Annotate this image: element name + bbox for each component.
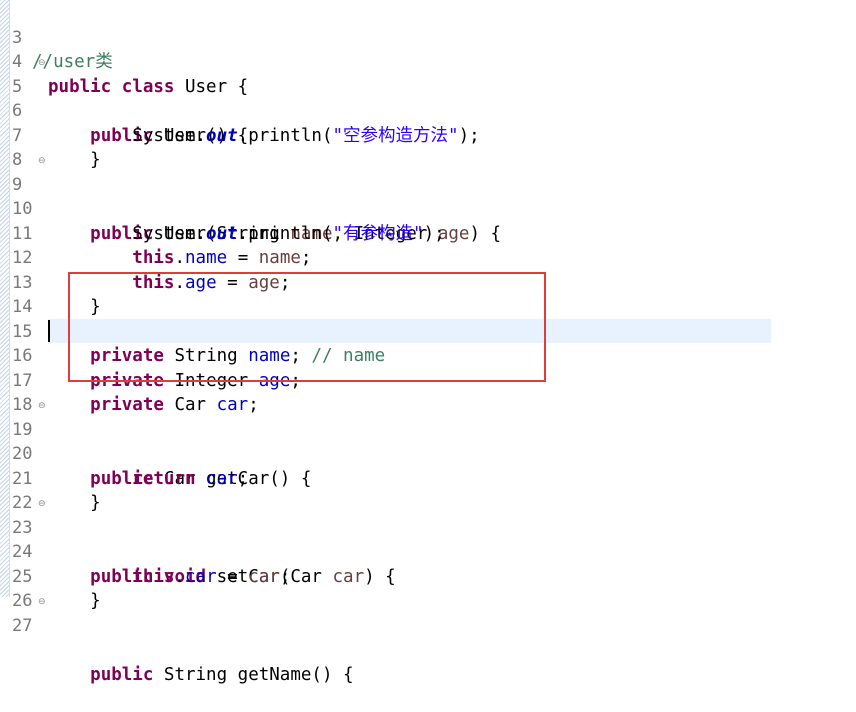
line-code[interactable]: public String getName() { xyxy=(48,663,353,688)
text-cursor xyxy=(48,320,50,342)
code-line[interactable]: 19 ⊖ public Car getCar() { xyxy=(0,393,856,489)
code-line[interactable]: 26 xyxy=(0,565,856,611)
code-line[interactable]: 9 ⊖ public User(String name, Integer age… xyxy=(0,148,856,244)
red-annotation-box xyxy=(68,272,546,382)
code-line[interactable]: 12 this.age = age; xyxy=(0,222,856,293)
code-line[interactable]: 20 return car; xyxy=(0,418,856,489)
code-line[interactable]: 5 ⊖ public User() { xyxy=(0,50,856,146)
fold-collapse-icon[interactable]: ⊖ xyxy=(38,590,46,615)
code-line[interactable]: 13 } xyxy=(0,246,856,318)
code-line[interactable]: 22 xyxy=(0,467,856,513)
code-line[interactable]: 10 System.out.println("有参构造"); xyxy=(0,173,856,244)
code-line[interactable]: 11 this.name = name; xyxy=(0,197,856,269)
code-line[interactable]: 7 } xyxy=(0,99,856,171)
code-line[interactable]: 25 } xyxy=(0,540,856,612)
line-number: 27 xyxy=(12,615,33,636)
code-line[interactable]: 24 this.car = car; xyxy=(0,516,856,587)
code-line[interactable]: 21 } xyxy=(0,442,856,514)
fold-collapse-icon[interactable]: ⊖ xyxy=(38,394,46,419)
code-line[interactable]: 23 ⊖ public void setCar(Car car) { xyxy=(0,491,856,587)
code-line[interactable]: 6 System.out.println("空参构造方法"); xyxy=(0,75,856,146)
fold-collapse-icon[interactable]: ⊖ xyxy=(38,51,46,76)
code-line[interactable]: 3 //user类 xyxy=(0,1,856,73)
code-editor[interactable]: 3 //user类 4 public class User { 5 ⊖ publ… xyxy=(0,0,856,685)
code-line[interactable]: 8 xyxy=(0,124,856,170)
fold-collapse-icon[interactable]: ⊖ xyxy=(38,149,46,174)
code-line[interactable]: 27 ⊖ public String getName() { xyxy=(0,589,856,685)
code-line[interactable]: 4 public class User { xyxy=(0,26,856,97)
fold-collapse-icon[interactable]: ⊖ xyxy=(38,492,46,517)
